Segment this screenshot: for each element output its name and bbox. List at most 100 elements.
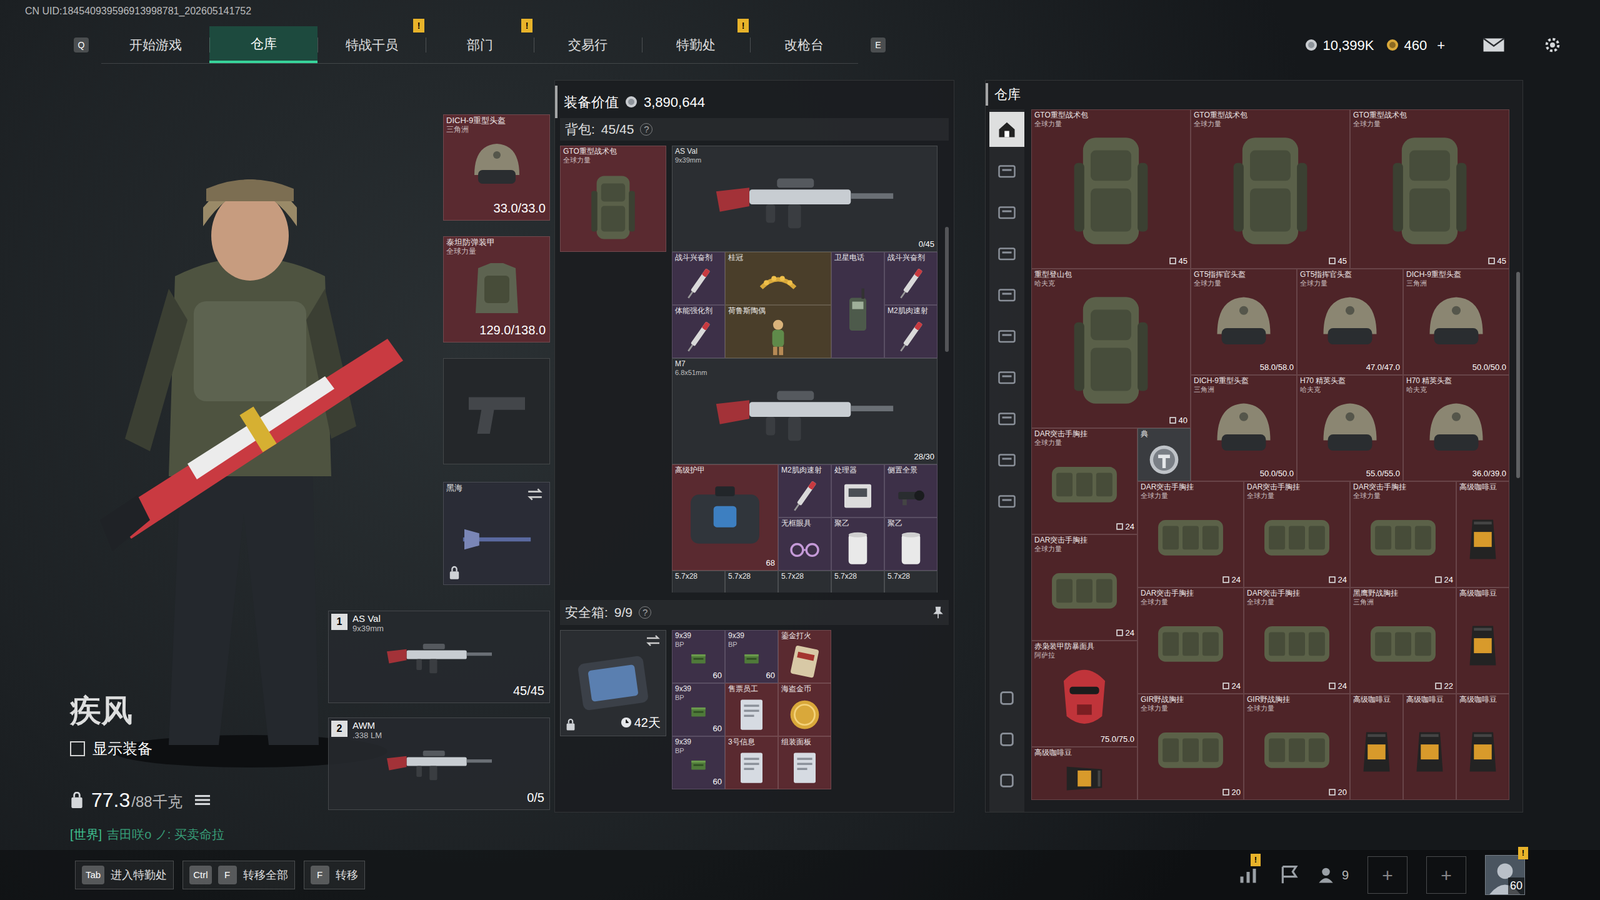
- item-cell[interactable]: DAR突击手胸挂全球力量24: [1350, 481, 1457, 588]
- sidebar-tab[interactable]: [989, 318, 1025, 354]
- item-cell[interactable]: 典: [1137, 428, 1191, 482]
- list-icon[interactable]: [195, 793, 210, 807]
- item-cell[interactable]: DAR突击手胸挂全球力量24: [1243, 481, 1350, 588]
- item-cell[interactable]: 高级咖啡豆: [1456, 693, 1510, 800]
- item-cell[interactable]: GIR野战胸挂全球力量20: [1137, 693, 1244, 800]
- melee-slot[interactable]: 黑海: [443, 481, 550, 585]
- item-cell[interactable]: 9x39BP60: [671, 630, 725, 684]
- item-cell[interactable]: DICH-9重型头盔三角洲50.0/50.0: [1403, 268, 1510, 375]
- prev-tab-key[interactable]: Q: [73, 37, 89, 53]
- nav-tab[interactable]: 特勤处!: [641, 26, 750, 64]
- sidebar-tab[interactable]: [989, 400, 1025, 436]
- item-cell[interactable]: 黑鹰野战胸挂三角洲22: [1350, 587, 1457, 694]
- item-cell[interactable]: 高级咖啡豆: [1350, 693, 1404, 800]
- sidebar-tool[interactable]: [989, 721, 1025, 757]
- item-cell[interactable]: GT5指挥官头盔全球力量47.0/47.0: [1296, 268, 1404, 375]
- backpack-slot[interactable]: GTO重型战术包全球力量: [560, 145, 667, 252]
- stats-button[interactable]: !: [1235, 862, 1261, 888]
- item-cell[interactable]: H70 精英头盔哈夫克55.0/55.0: [1296, 375, 1404, 482]
- item-cell[interactable]: GT5指挥官头盔全球力量58.0/58.0: [1190, 268, 1297, 375]
- item-cell[interactable]: 战斗兴奋剂: [884, 251, 938, 305]
- weapon-slot[interactable]: 2AWM.338 LM0/5: [328, 717, 550, 810]
- item-cell[interactable]: GTO重型战术包全球力量45: [1031, 109, 1191, 269]
- invite-slot[interactable]: +: [1367, 856, 1408, 894]
- item-cell[interactable]: 5.7x28: [831, 570, 885, 593]
- sidebar-tab[interactable]: [989, 153, 1025, 189]
- item-cell[interactable]: 3号信息: [725, 736, 779, 790]
- item-cell[interactable]: DAR突击手胸挂全球力量24: [1031, 534, 1138, 641]
- item-cell[interactable]: 鎏金打火: [778, 630, 832, 684]
- sidebar-tab[interactable]: [989, 194, 1025, 230]
- pistol-slot[interactable]: [443, 358, 550, 465]
- item-cell[interactable]: 9x39BP60: [671, 683, 725, 737]
- sidebar-tab[interactable]: [989, 276, 1025, 312]
- item-cell[interactable]: 聚乙: [884, 517, 938, 571]
- item-cell[interactable]: M2肌肉速射: [778, 464, 832, 518]
- sidebar-tool[interactable]: [989, 680, 1025, 716]
- sidebar-tab[interactable]: [989, 359, 1025, 395]
- item-cell[interactable]: 荷鲁斯陶偶: [725, 305, 832, 359]
- item-cell[interactable]: DAR突击手胸挂全球力量24: [1137, 481, 1244, 588]
- nav-tab[interactable]: 改枪台: [750, 26, 859, 64]
- shortcut-hint[interactable]: Tab进入特勤处: [75, 860, 174, 890]
- item-cell[interactable]: 高级护甲68: [671, 464, 779, 571]
- helmet-slot[interactable]: DICH-9重型头盔三角洲33.0/33.0: [443, 114, 550, 221]
- item-cell[interactable]: GIR野战胸挂全球力量20: [1243, 693, 1350, 800]
- player-avatar[interactable]: 60!: [1485, 855, 1525, 895]
- item-cell[interactable]: 高级咖啡豆: [1456, 481, 1510, 588]
- item-cell[interactable]: DICH-9重型头盔三角洲50.0/50.0: [1190, 375, 1297, 482]
- sidebar-tool[interactable]: [989, 763, 1025, 799]
- nav-tab[interactable]: 部门!: [425, 26, 534, 64]
- shortcut-hint[interactable]: F转移: [303, 860, 365, 890]
- nav-tab[interactable]: 特战干员!: [317, 26, 426, 64]
- add-token-button[interactable]: +: [1436, 35, 1445, 56]
- item-cell[interactable]: 处理器: [831, 464, 885, 518]
- item-cell[interactable]: 售票员工: [725, 683, 779, 737]
- nav-tab[interactable]: 仓库: [209, 26, 318, 64]
- item-cell[interactable]: 5.7x28: [778, 570, 832, 593]
- item-cell[interactable]: 组装面板: [778, 736, 832, 790]
- item-cell[interactable]: H70 精英头盔哈夫克36.0/39.0: [1403, 375, 1510, 482]
- item-cell[interactable]: 侧置全景: [884, 464, 938, 518]
- item-cell[interactable]: 聚乙: [831, 517, 885, 571]
- item-cell[interactable]: 卫星电话: [831, 251, 885, 359]
- item-cell[interactable]: 无框眼具: [778, 517, 832, 571]
- item-cell[interactable]: 高级咖啡豆: [1403, 693, 1457, 800]
- item-cell[interactable]: GTO重型战术包全球力量45: [1350, 109, 1510, 269]
- item-cell[interactable]: 桂冠: [725, 251, 832, 305]
- gear-icon[interactable]: [1542, 35, 1563, 55]
- nav-tab[interactable]: 交易行: [533, 26, 642, 64]
- item-cell[interactable]: 9x39BP60: [671, 736, 725, 790]
- item-cell[interactable]: 赤枭装甲防暴面具阿萨拉75.0/75.0: [1031, 640, 1138, 747]
- flag-icon[interactable]: [1279, 865, 1300, 885]
- item-cell[interactable]: 5.7x28: [725, 570, 779, 593]
- mail-icon[interactable]: [1482, 36, 1505, 54]
- item-cell[interactable]: 9x39BP60: [725, 630, 779, 684]
- item-cell[interactable]: 高级咖啡豆: [1456, 587, 1510, 694]
- item-cell[interactable]: DAR突击手胸挂全球力量24: [1137, 587, 1244, 694]
- item-cell[interactable]: M2肌肉速射: [884, 305, 938, 359]
- item-cell[interactable]: 5.7x28: [884, 570, 938, 593]
- item-cell[interactable]: 海盗金币: [778, 683, 832, 737]
- item-cell[interactable]: 体能强化剂: [671, 305, 725, 359]
- shortcut-hint[interactable]: CtrlF转移全部: [182, 860, 295, 890]
- sidebar-tab[interactable]: [989, 111, 1025, 147]
- item-cell[interactable]: 5.7x28: [671, 570, 725, 593]
- armor-slot[interactable]: 泰坦防弹装甲全球力量129.0/138.0: [443, 236, 550, 343]
- sidebar-tab[interactable]: [989, 235, 1025, 271]
- item-cell[interactable]: DAR突击手胸挂全球力量24: [1031, 428, 1138, 535]
- scrollbar[interactable]: [945, 226, 949, 352]
- weapon-slot[interactable]: 1AS Val9x39mm45/45: [328, 610, 550, 704]
- sidebar-tab[interactable]: [989, 441, 1025, 477]
- item-cell[interactable]: 战斗兴奋剂: [671, 251, 725, 305]
- item-cell[interactable]: 高级咖啡豆: [1031, 746, 1138, 800]
- item-cell[interactable]: M76.8x51mm28/30: [671, 358, 938, 465]
- invite-slot[interactable]: +: [1426, 856, 1467, 894]
- checkbox[interactable]: [70, 741, 85, 757]
- scrollbar[interactable]: [1516, 271, 1520, 479]
- safebox-slot[interactable]: 42天: [560, 630, 667, 737]
- show-equipment-toggle[interactable]: 显示装备: [70, 737, 329, 760]
- item-cell[interactable]: AS Val9x39mm0/45: [671, 145, 938, 252]
- sidebar-tab[interactable]: [989, 483, 1025, 519]
- item-cell[interactable]: GTO重型战术包全球力量45: [1190, 109, 1350, 269]
